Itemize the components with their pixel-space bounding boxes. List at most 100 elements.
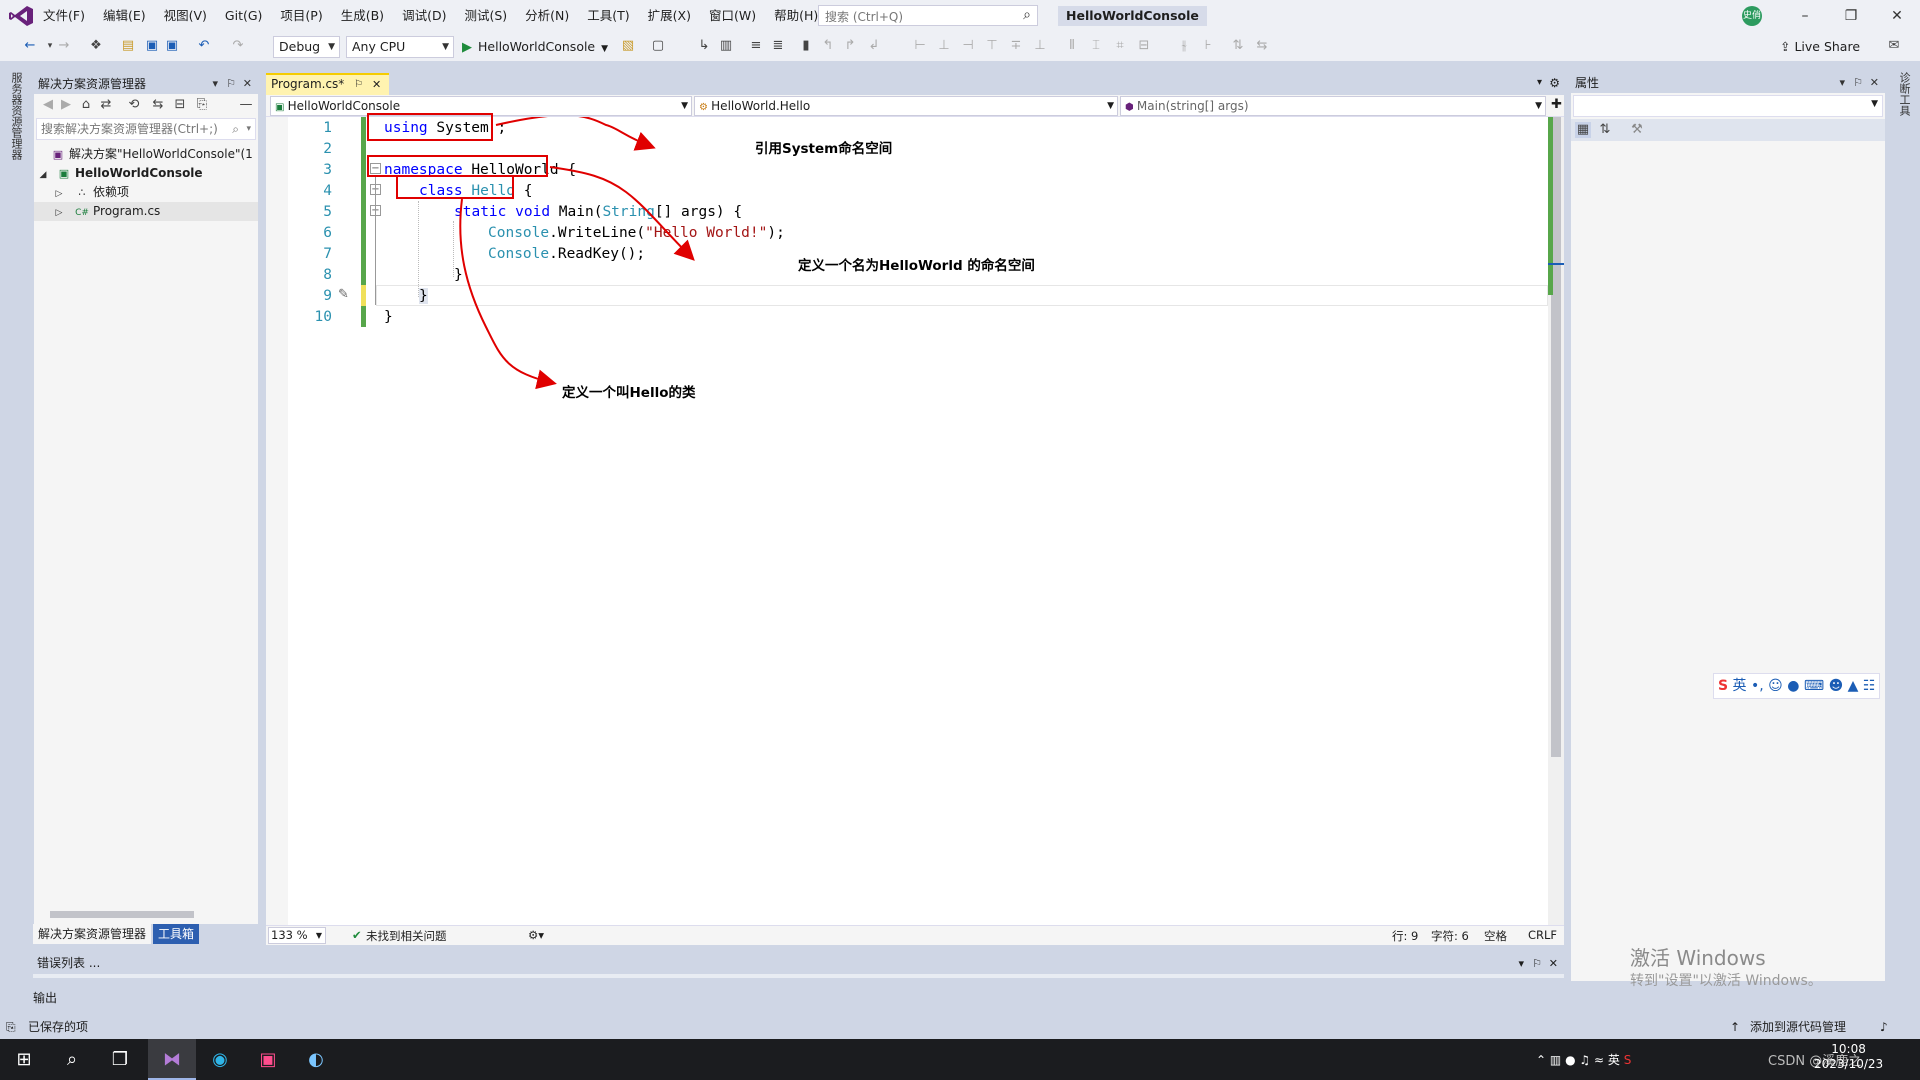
- tab-program-cs[interactable]: Program.cs* ⚐ ✕: [266, 73, 389, 95]
- menu-test[interactable]: 测试(S): [455, 0, 516, 32]
- chevron-down-icon[interactable]: ▾: [1518, 954, 1524, 973]
- menu-project[interactable]: 项目(P): [271, 0, 331, 32]
- tree-item-program-cs[interactable]: ▷ C# Program.cs: [34, 202, 258, 221]
- order-icon[interactable]: ⊦: [1200, 38, 1216, 54]
- user-icon[interactable]: ☻: [1829, 678, 1844, 694]
- screenshot-icon[interactable]: ▢: [650, 38, 666, 54]
- live-share-button[interactable]: ⇪ Live Share: [1780, 38, 1860, 56]
- zoom-select[interactable]: 133 % ▼: [268, 927, 326, 944]
- class-dropdown[interactable]: ⚙ HelloWorld.Hello ▼: [694, 96, 1118, 116]
- mic-icon[interactable]: ●: [1787, 678, 1799, 694]
- home-icon[interactable]: ⌂: [78, 97, 94, 113]
- center-icon[interactable]: ⊟: [1136, 38, 1152, 54]
- menu-tools[interactable]: 工具(T): [578, 0, 638, 32]
- minimize-icon[interactable]: –: [1782, 0, 1828, 32]
- close-icon[interactable]: ✕: [1874, 0, 1920, 32]
- browse-icon[interactable]: ▧: [620, 38, 636, 54]
- align-bottom-icon[interactable]: ⊥: [1032, 38, 1048, 54]
- tree-item-project[interactable]: ◢ ▣ HelloWorldConsole: [34, 164, 258, 183]
- code-editor[interactable]: 1 2 3 4 5 6 7 8 9 10 ✎ − − − using Syste…: [266, 113, 1548, 925]
- lock-icon[interactable]: ⇆: [1254, 38, 1270, 54]
- quick-actions-brush-icon[interactable]: ✎: [338, 287, 349, 302]
- pin-icon[interactable]: ⚐: [1532, 954, 1542, 973]
- ime-mode[interactable]: 英: [1733, 678, 1747, 694]
- add-to-source-control[interactable]: 添加到源代码管理: [1750, 1015, 1846, 1039]
- emoji-icon[interactable]: ☺: [1768, 678, 1783, 694]
- skin-icon[interactable]: ▲: [1848, 678, 1859, 694]
- align-right-icon[interactable]: ⊣: [960, 38, 976, 54]
- undo-icon[interactable]: ↶: [196, 38, 212, 54]
- issues-status[interactable]: 未找到相关问题: [366, 928, 447, 944]
- prev-bookmark-icon[interactable]: ↰: [820, 38, 836, 54]
- open-folder-icon[interactable]: ▤: [120, 38, 136, 54]
- restore-icon[interactable]: ❐: [1828, 0, 1874, 32]
- forward-icon[interactable]: ▶: [58, 97, 74, 113]
- platform-select[interactable]: Any CPU ▼: [346, 36, 454, 58]
- split-icon[interactable]: ✚: [1551, 97, 1562, 112]
- comment-icon[interactable]: ≡: [748, 38, 764, 54]
- align-top-icon[interactable]: ⊤: [984, 38, 1000, 54]
- switch-view-icon[interactable]: ⇄: [98, 97, 114, 113]
- server-explorer-tab[interactable]: 服务器资源管理器: [8, 72, 24, 160]
- back-icon[interactable]: ←: [22, 38, 38, 54]
- bookmark-icon[interactable]: ▮: [798, 38, 814, 54]
- close-icon[interactable]: ✕: [1870, 73, 1879, 93]
- grid-icon[interactable]: ⌗: [1112, 38, 1128, 54]
- tab-toolbox[interactable]: 工具箱: [153, 924, 200, 944]
- menu-file[interactable]: 文件(F): [34, 0, 94, 32]
- keyboard-icon[interactable]: ⌨: [1804, 678, 1824, 694]
- chevron-up-icon[interactable]: ⌃: [1536, 1053, 1546, 1067]
- save-icon[interactable]: ▣: [144, 38, 160, 54]
- alphabetical-icon[interactable]: ⇅: [1597, 122, 1613, 138]
- distribute-icon[interactable]: ⫴: [1064, 38, 1080, 54]
- solution-explorer-search-input[interactable]: 搜索解决方案资源管理器(Ctrl+;) ⌕ ▾: [36, 118, 256, 140]
- size-icon[interactable]: ⌶: [1088, 38, 1104, 54]
- edge-icon[interactable]: ◉: [196, 1039, 244, 1080]
- task-view-icon[interactable]: ❐: [96, 1039, 144, 1080]
- error-list-header[interactable]: 错误列表 ... ▾ ⚐ ✕: [33, 954, 1564, 973]
- align-left-icon[interactable]: ⊢: [912, 38, 928, 54]
- cursor-char[interactable]: 字符: 6: [1431, 928, 1469, 944]
- punctuation-icon[interactable]: •,: [1751, 678, 1764, 694]
- menu-analyze[interactable]: 分析(N): [516, 0, 578, 32]
- chevron-down-icon[interactable]: ▾: [212, 74, 218, 94]
- code-cleanup-icon[interactable]: ⚙▾: [528, 928, 544, 942]
- menu-debug[interactable]: 调试(D): [393, 0, 455, 32]
- menu-extensions[interactable]: 扩展(X): [639, 0, 700, 32]
- start-debugging-button[interactable]: ▶ HelloWorldConsole ▼: [462, 36, 608, 58]
- properties-object-select[interactable]: ▼: [1573, 95, 1883, 117]
- layout-icon[interactable]: ▥: [718, 38, 734, 54]
- whitespace-mode[interactable]: 空格: [1484, 928, 1507, 944]
- visual-studio-logo-icon[interactable]: [8, 5, 34, 27]
- wrench-icon[interactable]: ⚒: [1629, 122, 1645, 138]
- visual-studio-taskbar-icon[interactable]: ⧓: [148, 1039, 196, 1080]
- pin-icon[interactable]: ⚐: [354, 75, 363, 94]
- close-icon[interactable]: ✕: [1549, 954, 1558, 973]
- line-ending[interactable]: CRLF: [1528, 928, 1557, 942]
- close-icon[interactable]: ✕: [243, 74, 252, 94]
- categorized-icon[interactable]: ▦: [1575, 122, 1591, 138]
- align-middle-icon[interactable]: ∓: [1008, 38, 1024, 54]
- menu-build[interactable]: 生成(B): [332, 0, 393, 32]
- menu-view[interactable]: 视图(V): [155, 0, 216, 32]
- tab-order-icon[interactable]: ⇅: [1230, 38, 1246, 54]
- windows-start-icon[interactable]: ⊞: [0, 1039, 48, 1080]
- notifications-icon[interactable]: ♪: [1880, 1015, 1888, 1039]
- source-control-icon[interactable]: ↑: [1730, 1015, 1740, 1039]
- clock[interactable]: 10:08 2023/10/23: [1814, 1042, 1883, 1072]
- close-icon[interactable]: ✕: [372, 75, 381, 94]
- sogou-logo-icon[interactable]: S: [1718, 678, 1728, 694]
- align-center-icon[interactable]: ⊥: [936, 38, 952, 54]
- uncomment-icon[interactable]: ≣: [770, 38, 786, 54]
- show-all-files-icon[interactable]: ⎘: [194, 97, 210, 113]
- horizontal-scrollbar[interactable]: [38, 908, 254, 920]
- menu-grid-icon[interactable]: ☷: [1863, 678, 1876, 694]
- search-icon[interactable]: ⌕: [48, 1039, 96, 1080]
- configuration-select[interactable]: Debug ▼: [273, 36, 340, 58]
- feedback-icon[interactable]: ✉: [1886, 38, 1902, 54]
- wechat-icon[interactable]: ●: [1565, 1053, 1575, 1067]
- search-input[interactable]: 搜索 (Ctrl+Q) ⌕: [818, 5, 1038, 26]
- lang-indicator[interactable]: 英: [1608, 1053, 1620, 1067]
- menu-git[interactable]: Git(G): [216, 0, 272, 32]
- forward-icon[interactable]: →: [56, 38, 72, 54]
